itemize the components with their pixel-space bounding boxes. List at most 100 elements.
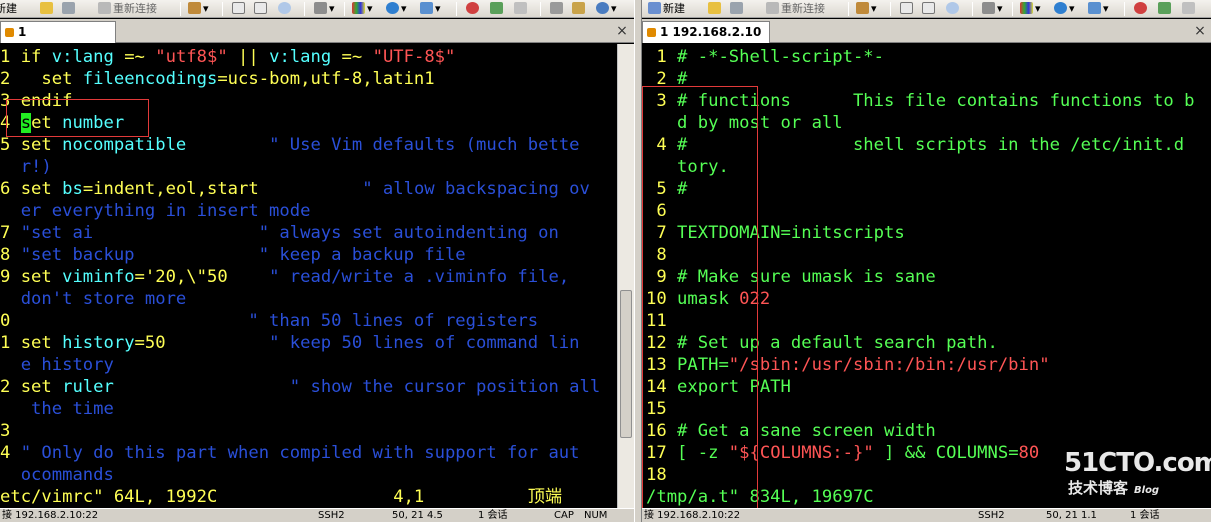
left-compose-button[interactable] <box>514 1 529 17</box>
terminal-line: 7 "set ai " always set autoindenting on <box>0 222 559 244</box>
terminal-line: 1 if v:lang =~ "utf8$" || v:lang =~ "UTF… <box>0 46 455 68</box>
terminal-line: 2 set ruler " show the cursor position a… <box>0 376 600 398</box>
line-number: 2 <box>0 69 21 89</box>
globe-icon <box>386 2 399 14</box>
code-text: set <box>20 267 63 287</box>
terminal-line: e history <box>0 354 114 376</box>
code-text: e history <box>20 355 114 375</box>
left-lock-button[interactable] <box>572 1 587 17</box>
find-icon <box>946 2 959 14</box>
properties-icon <box>188 2 201 14</box>
toolbar-separator <box>848 2 849 16</box>
left-find-button[interactable] <box>278 1 293 17</box>
left-properties-button[interactable]: ▾ <box>188 1 209 17</box>
reconnect-icon <box>766 2 779 14</box>
script-icon <box>466 2 479 14</box>
left-transfer-button[interactable]: ▾ <box>420 1 441 17</box>
left-open-button[interactable] <box>40 1 55 17</box>
line-number <box>0 355 21 375</box>
right-script-button[interactable] <box>1134 1 1149 17</box>
watermark-sub-text: 技术博客 <box>1068 479 1129 497</box>
tools-icon <box>490 2 503 14</box>
line-number: 6 <box>0 179 21 199</box>
left-keymap-button[interactable] <box>550 1 565 17</box>
right-compose-button[interactable] <box>1182 1 1197 17</box>
transfer-icon <box>420 2 433 14</box>
annotation-box <box>6 99 149 137</box>
line-number: 1 <box>646 47 678 67</box>
code-text: fileencodings <box>82 69 218 89</box>
code-text: "UTF-8$" <box>372 47 456 67</box>
right-tools-button[interactable] <box>1158 1 1173 17</box>
right-colors-button[interactable]: ▾ <box>1020 1 1041 17</box>
right-print-button[interactable]: ▾ <box>982 1 1003 17</box>
left-tools-button[interactable] <box>490 1 505 17</box>
compose-icon <box>1182 2 1195 14</box>
left-paste-button[interactable] <box>254 1 269 17</box>
right-web-button[interactable]: ▾ <box>1054 1 1075 17</box>
code-text: set <box>20 333 63 353</box>
line-number <box>0 399 21 419</box>
compose-icon <box>514 2 527 14</box>
right-terminal-pane[interactable]: 新建 重新连接 ▾ ▾ ▾ ▾ ▾ 1 192.168.2.10 × 1 # -… <box>642 0 1211 522</box>
right-transfer-button[interactable]: ▾ <box>1088 1 1109 17</box>
right-reconnect-button[interactable]: 重新连接 <box>766 1 825 17</box>
right-disconnect-button[interactable] <box>730 1 745 17</box>
right-find-button[interactable] <box>946 1 961 17</box>
left-scrollbar[interactable] <box>617 44 634 508</box>
right-properties-button[interactable]: ▾ <box>856 1 877 17</box>
left-new-button[interactable]: 新建 <box>0 1 17 17</box>
code-text: # -*-Shell-script-*- <box>677 47 885 67</box>
annotation-box <box>642 86 758 514</box>
keyboard-icon <box>550 2 563 14</box>
code-text: =ucs-bom,utf-8,latin1 <box>217 69 435 89</box>
lock-icon <box>572 2 585 14</box>
code-text: set <box>20 179 63 199</box>
left-copy-button[interactable] <box>232 1 247 17</box>
left-reconnect-button[interactable]: 重新连接 <box>98 1 157 17</box>
right-tab-close-icon[interactable]: × <box>1192 23 1208 39</box>
code-text: viminfo <box>62 267 135 287</box>
left-status-bar: 接 192.168.2.10:22 SSH2 50, 21 4.5 1 会话 C… <box>0 508 634 522</box>
pane-divider[interactable] <box>634 0 642 522</box>
toolbar-separator <box>180 2 181 16</box>
terminal-line: ocommands <box>0 464 114 486</box>
left-disconnect-button[interactable] <box>62 1 77 17</box>
code-text: " Only do this part when compiled with s… <box>20 443 580 463</box>
right-session-tab[interactable]: 1 192.168.2.10 <box>642 21 770 43</box>
code-text: ocommands <box>20 465 114 485</box>
left-colors-button[interactable]: ▾ <box>352 1 373 17</box>
code-text: " read/write a .viminfo file, <box>227 267 570 287</box>
status-sessions: 1 会话 <box>478 510 508 521</box>
status-position: 50, 21 4.5 <box>392 510 443 521</box>
copy-icon <box>232 2 245 14</box>
status-num: NUM <box>584 510 608 521</box>
code-text: 80 <box>1018 443 1040 463</box>
right-new-button[interactable]: 新建 <box>648 1 685 17</box>
code-text: =indent,eol,start <box>82 179 259 199</box>
right-copy-button[interactable] <box>900 1 915 17</box>
line-number <box>0 201 21 221</box>
code-text: =~ <box>331 47 373 67</box>
terminal-line: 8 "set backup " keep a backup file <box>0 244 466 266</box>
line-number: 8 <box>0 245 21 265</box>
globe-icon <box>1054 2 1067 14</box>
left-terminal-pane[interactable]: 新建 重新连接 ▾ ▾ ▾ ▾ ▾ ▾ 1 192.168.2.10 × 1 i… <box>0 0 634 522</box>
folder-icon <box>708 2 721 14</box>
left-script-button[interactable] <box>466 1 481 17</box>
site-watermark: 51CTO.com 技术博客 Blog <box>1064 448 1211 504</box>
right-paste-button[interactable] <box>922 1 937 17</box>
left-web-button[interactable]: ▾ <box>386 1 407 17</box>
left-tab-close-icon[interactable]: × <box>614 23 630 39</box>
right-open-button[interactable] <box>708 1 723 17</box>
left-print-button[interactable]: ▾ <box>314 1 335 17</box>
terminal-line: 9 set viminfo='20,\"50 " read/write a .v… <box>0 266 569 288</box>
help-icon <box>596 2 609 14</box>
paste-icon <box>922 2 935 14</box>
left-session-tab[interactable]: 1 192.168.2.10 <box>0 21 116 59</box>
watermark-subtitle: 技术博客 Blog <box>1064 478 1204 501</box>
code-text: " Use Vim defaults (much bette <box>186 135 580 155</box>
terminal-line: 1 # -*-Shell-script-*- <box>646 46 884 68</box>
left-scrollbar-thumb[interactable] <box>620 290 632 438</box>
left-help-button[interactable]: ▾ <box>596 1 617 17</box>
